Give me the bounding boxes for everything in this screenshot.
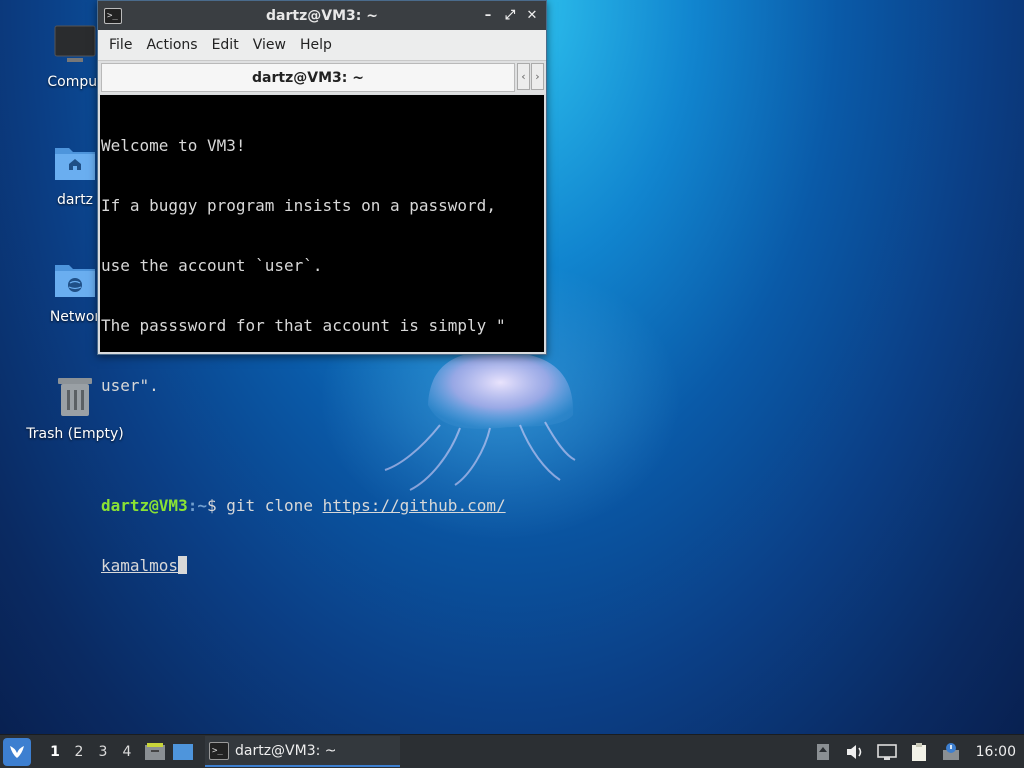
menu-file[interactable]: File (102, 37, 139, 53)
url-text-continued[interactable]: kamalmos (101, 556, 178, 575)
text-cursor (178, 556, 188, 574)
terminal-task-icon: >_ (209, 741, 229, 760)
update-notifier-icon[interactable] (940, 741, 962, 763)
lubuntu-logo-icon (10, 745, 24, 758)
terminal-app-icon: >_ (104, 7, 122, 24)
workspace-2[interactable]: 2 (67, 744, 91, 760)
desktop-icon-label: Comput (47, 74, 103, 90)
menu-actions[interactable]: Actions (139, 37, 204, 53)
window-titlebar[interactable]: >_ dartz@VM3: ~ – ⤢ ✕ (98, 1, 546, 30)
workspace-1[interactable]: 1 (43, 744, 67, 760)
network-status-icon[interactable] (876, 741, 898, 763)
maximize-button[interactable]: ⤢ (502, 7, 518, 23)
desktop-icon-label: Networ (49, 309, 101, 325)
taskbar: 1 2 3 4 >_ dartz@VM3: ~ 16:00 (0, 734, 1024, 768)
tab-bar: dartz@VM3: ~ ‹ › (98, 60, 546, 94)
system-tray: 16:00 (812, 741, 1024, 763)
clock[interactable]: 16:00 (976, 744, 1016, 760)
clipboard-icon[interactable] (908, 741, 930, 763)
url-text[interactable]: https://github.com/ (323, 496, 506, 515)
tab-next-button[interactable]: › (531, 63, 544, 90)
menu-bar: File Actions Edit View Help (98, 30, 546, 60)
terminal-line: Welcome to VM3! (101, 136, 246, 155)
terminal-line: use the account `user`. (101, 256, 323, 275)
terminal-prompt-continuation: kamalmos (101, 556, 544, 576)
window-title: dartz@VM3: ~ (266, 7, 378, 24)
volume-icon[interactable] (844, 741, 866, 763)
trash-icon (51, 372, 99, 420)
menu-help[interactable]: Help (293, 37, 339, 53)
command-text: git clone (226, 496, 323, 515)
prompt-dollar: $ (206, 496, 227, 515)
workspace-4[interactable]: 4 (115, 744, 139, 760)
task-label: dartz@VM3: ~ (235, 742, 337, 759)
terminal-line: user". (101, 376, 159, 395)
terminal-output[interactable]: Welcome to VM3! If a buggy program insis… (100, 95, 544, 575)
home-folder-icon (51, 138, 99, 186)
tab-terminal[interactable]: dartz@VM3: ~ (101, 63, 515, 92)
menu-edit[interactable]: Edit (205, 37, 246, 53)
close-button[interactable]: ✕ (524, 7, 540, 23)
terminal-line: If a buggy program insists on a password… (101, 196, 496, 215)
menu-view[interactable]: View (246, 37, 293, 53)
terminal-prompt-line: dartz@VM3:~$ git clone https://github.co… (101, 496, 544, 516)
minimize-button[interactable]: – (480, 7, 496, 23)
desktop-icon-label: dartz (56, 192, 94, 208)
start-menu-button[interactable] (3, 737, 31, 766)
terminal-window[interactable]: >_ dartz@VM3: ~ – ⤢ ✕ File Actions Edit … (97, 0, 547, 575)
file-manager-launcher-icon[interactable] (143, 740, 167, 764)
network-folder-icon (51, 255, 99, 303)
workspace-3[interactable]: 3 (91, 744, 115, 760)
terminal-line: The passsword for that account is simply… (101, 316, 506, 335)
prompt-user: dartz@VM3 (101, 496, 188, 515)
prompt-path: ~ (197, 496, 207, 515)
up-arrow-icon[interactable] (812, 741, 834, 763)
prompt-separator: : (187, 496, 198, 515)
computer-icon (51, 20, 99, 68)
show-desktop-icon[interactable] (171, 740, 195, 764)
taskbar-terminal-task[interactable]: >_ dartz@VM3: ~ (205, 736, 400, 767)
tab-prev-button[interactable]: ‹ (517, 63, 530, 90)
